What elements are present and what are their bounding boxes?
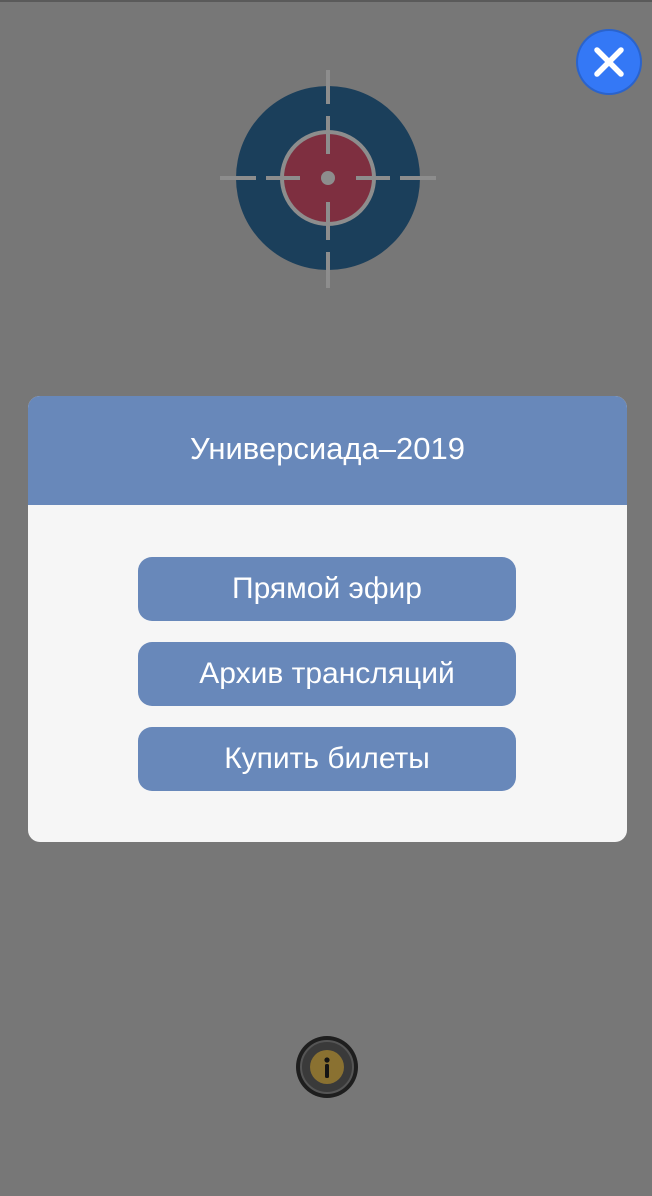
buy-tickets-label: Купить билеты	[224, 742, 430, 775]
info-button[interactable]	[295, 1035, 359, 1099]
close-button[interactable]	[578, 31, 640, 93]
status-line	[0, 0, 652, 2]
close-icon	[594, 47, 624, 77]
buy-tickets-button[interactable]: Купить билеты	[138, 727, 516, 791]
live-stream-label: Прямой эфир	[232, 572, 422, 605]
broadcast-archive-label: Архив трансляций	[199, 657, 455, 690]
dialog-title: Универсиада–2019	[190, 430, 465, 466]
dialog-button-list: Прямой эфир Архив трансляций Купить биле…	[138, 557, 516, 812]
broadcast-archive-button[interactable]: Архив трансляций	[138, 642, 516, 706]
dialog-header: Универсиада–2019	[28, 396, 627, 505]
event-dialog: Универсиада–2019 Прямой эфир Архив транс…	[28, 396, 627, 842]
crosshair-target-icon	[220, 70, 436, 288]
live-stream-button[interactable]: Прямой эфир	[138, 557, 516, 621]
